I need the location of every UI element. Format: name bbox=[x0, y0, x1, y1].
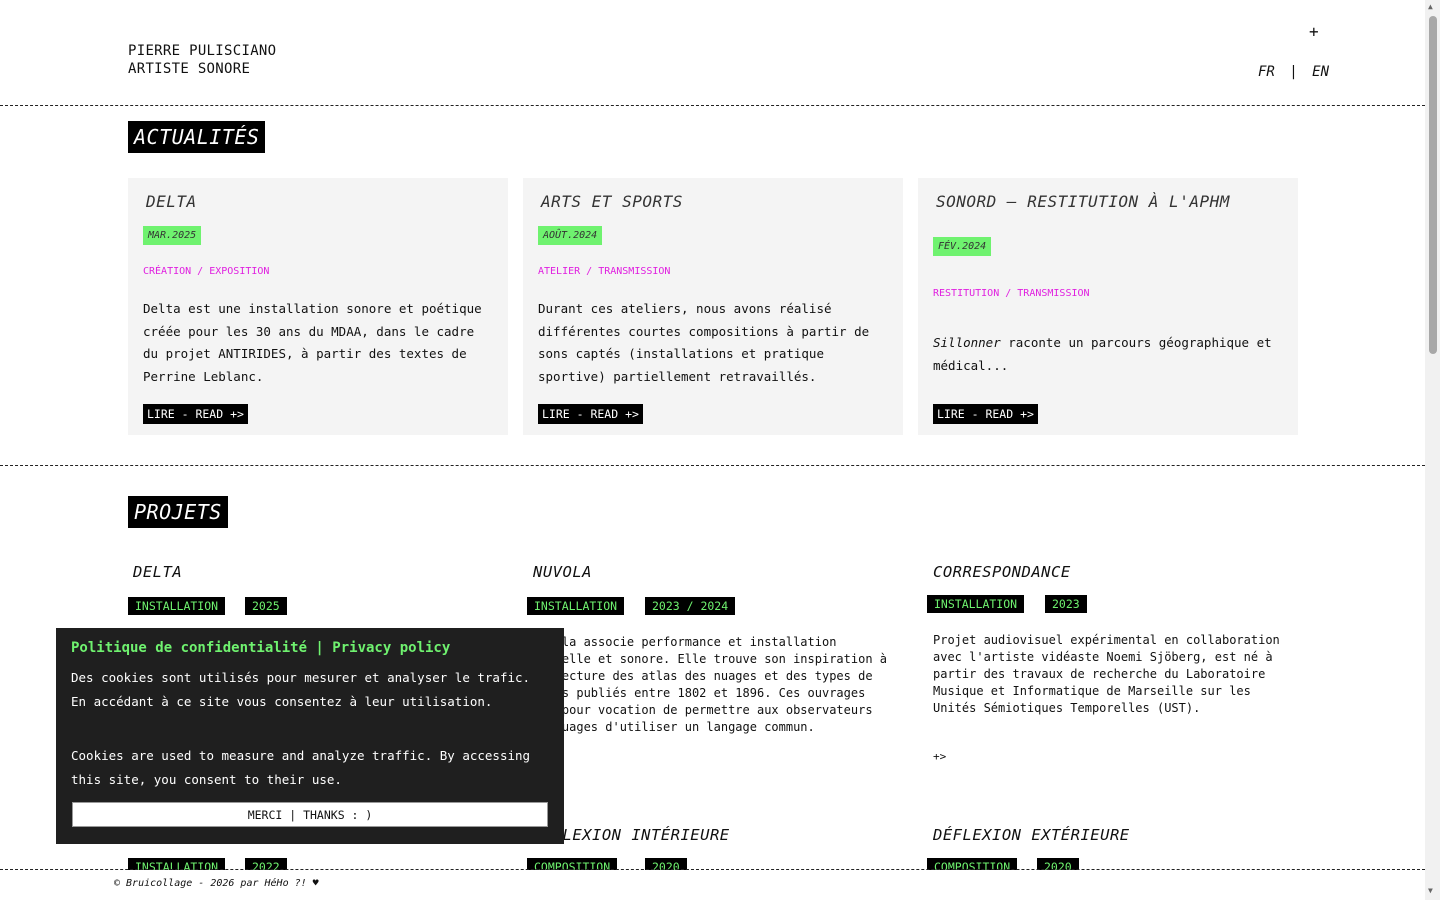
project-description: Nuvola associe performance et installati… bbox=[533, 635, 888, 734]
news-excerpt-emphasis: Sillonner bbox=[933, 335, 1001, 350]
lang-fr-link[interactable]: FR bbox=[1258, 64, 1275, 80]
news-date-badge: AOÛT.2024 bbox=[538, 226, 603, 245]
news-category[interactable]: ATELIER / TRANSMISSION bbox=[538, 266, 670, 277]
site-header: PIERRE PULISCIANO ARTISTE SONORE + FR | … bbox=[0, 0, 1425, 106]
scrollbar-thumb[interactable] bbox=[1429, 16, 1437, 354]
section-divider bbox=[0, 465, 1425, 466]
read-more-button[interactable]: LIRE - READ +> bbox=[143, 404, 248, 424]
project-type-tag: INSTALLATION bbox=[128, 597, 226, 615]
project-title[interactable]: CORRESPONDANCE bbox=[933, 563, 1071, 581]
read-more-button[interactable]: LIRE - READ +> bbox=[933, 404, 1038, 424]
news-card-title[interactable]: DELTA bbox=[146, 192, 197, 211]
news-excerpt: Sillonner raconte un parcours géographiq… bbox=[933, 332, 1284, 377]
scroll-down-icon[interactable]: ▼ bbox=[1428, 886, 1433, 895]
news-card: SONORD – RESTITUTION À L'APHM FÉV.2024 R… bbox=[918, 178, 1298, 435]
scroll-up-icon[interactable]: ▲ bbox=[1428, 2, 1433, 11]
project-year-tag: 2023 / 2024 bbox=[645, 597, 736, 615]
news-card: ARTS ET SPORTS AOÛT.2024 ATELIER / TRANS… bbox=[523, 178, 903, 435]
news-date-badge: MAR.2025 bbox=[143, 226, 202, 245]
cookie-text-en: Cookies are used to measure and analyze … bbox=[71, 748, 531, 787]
lang-en-link[interactable]: EN bbox=[1312, 64, 1329, 80]
news-card-title[interactable]: ARTS ET SPORTS bbox=[541, 192, 683, 211]
news-excerpt: Durant ces ateliers, nous avons réalisé … bbox=[538, 301, 870, 384]
menu-toggle-icon[interactable]: + bbox=[1309, 22, 1319, 41]
project-year-tag: 2023 bbox=[1045, 595, 1087, 613]
cookie-banner: Politique de confidentialité | Privacy p… bbox=[56, 628, 564, 844]
news-excerpt: Delta est une installation sonore et poé… bbox=[143, 301, 482, 384]
read-more-button[interactable]: LIRE - READ +> bbox=[538, 404, 643, 424]
project-year-tag: 2025 bbox=[245, 597, 287, 615]
project-title[interactable]: DÉFLEXION EXTÉRIEURE bbox=[933, 826, 1130, 844]
news-section-title: ACTUALITÉS bbox=[128, 121, 266, 153]
project-more-link[interactable]: +> bbox=[933, 750, 946, 763]
footer-credits: © Bruicollage - 2026 par HéHo ?! ♥ bbox=[114, 878, 319, 889]
news-date-badge: FÉV.2024 bbox=[933, 237, 992, 256]
news-category[interactable]: RESTITUTION / TRANSMISSION bbox=[933, 288, 1090, 299]
site-logo[interactable]: PIERRE PULISCIANO ARTISTE SONORE bbox=[128, 42, 276, 78]
project-type-tag: INSTALLATION bbox=[527, 597, 625, 615]
projects-section-title: PROJETS bbox=[128, 496, 228, 528]
news-card-title[interactable]: SONORD – RESTITUTION À L'APHM bbox=[936, 192, 1230, 211]
cookie-title: Politique de confidentialité | Privacy p… bbox=[71, 640, 451, 656]
site-subtitle: ARTISTE SONORE bbox=[128, 61, 251, 77]
cookie-accept-button[interactable]: MERCI | THANKS : ) bbox=[72, 802, 548, 827]
news-card: DELTA MAR.2025 CRÉATION / EXPOSITION Del… bbox=[128, 178, 508, 435]
project-title[interactable]: NUVOLA bbox=[533, 563, 592, 581]
cookie-text-fr: Des cookies sont utilisés pour mesurer e… bbox=[71, 670, 531, 709]
language-switcher: FR | EN bbox=[1258, 64, 1329, 80]
project-type-tag: INSTALLATION bbox=[927, 595, 1025, 613]
project-description: Projet audiovisuel expérimental en colla… bbox=[933, 633, 1280, 715]
lang-separator: | bbox=[1289, 64, 1298, 80]
news-category[interactable]: CRÉATION / EXPOSITION bbox=[143, 266, 269, 277]
site-name: PIERRE PULISCIANO bbox=[128, 43, 277, 59]
project-title[interactable]: DELTA bbox=[133, 563, 182, 581]
page-scrollbar[interactable]: ▲ ▼ bbox=[1425, 0, 1440, 900]
